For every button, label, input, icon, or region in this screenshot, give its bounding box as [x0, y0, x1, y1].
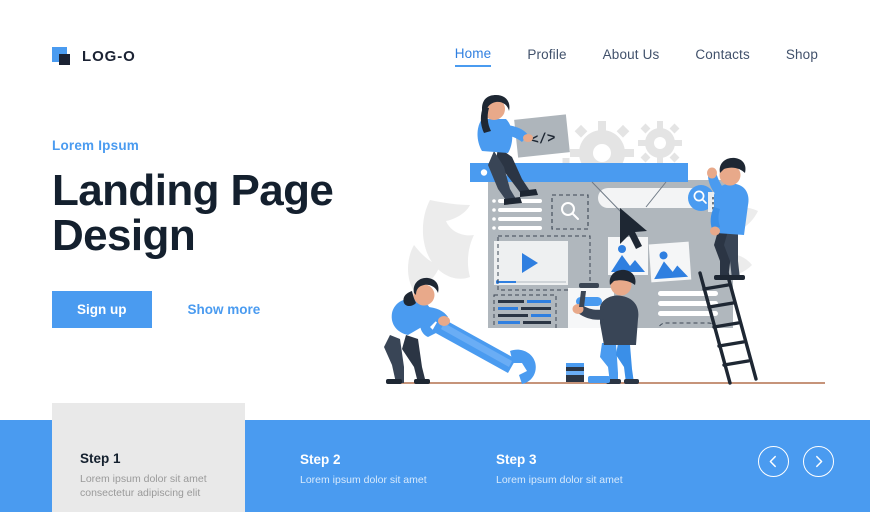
landing-page: LOG-O Home Profile About Us Contacts Sho… — [0, 0, 870, 512]
chevron-left-icon — [769, 455, 776, 468]
step-3-description: Lorem ipsum dolor sit amet — [496, 474, 623, 486]
carousel-navigation — [758, 446, 834, 477]
step-2-title: Step 2 — [300, 452, 341, 467]
nav-item-home[interactable]: Home — [454, 46, 492, 67]
hero-title-line-1: Landing Page — [52, 166, 334, 215]
brand-logo[interactable]: LOG-O — [52, 46, 136, 66]
nav-item-profile[interactable]: Profile — [527, 47, 566, 66]
hero-illustration: </> — [370, 95, 870, 395]
logo-square-dark — [59, 53, 70, 65]
search-bar-widget — [598, 185, 714, 211]
steps-carousel-bar: Step 1 Lorem ipsum dolor sit amet consec… — [0, 403, 870, 512]
step-2-description: Lorem ipsum dolor sit amet — [300, 474, 427, 486]
step-1-description: Lorem ipsum dolor sit amet consectetur a… — [80, 473, 207, 500]
carousel-next-button[interactable] — [803, 446, 834, 477]
image-placeholder-1 — [608, 237, 648, 275]
step-3-title: Step 3 — [496, 452, 537, 467]
hero-cta-row: Sign up Show more — [52, 290, 392, 328]
show-more-button[interactable]: Show more — [188, 302, 261, 317]
nav-item-about-us[interactable]: About Us — [603, 47, 660, 66]
hero-eyebrow: Lorem Ipsum — [52, 138, 139, 153]
step-card-3[interactable]: Step 3 Lorem ipsum dolor sit amet — [468, 420, 668, 512]
image-placeholder-2 — [648, 241, 692, 283]
chevron-right-icon — [816, 455, 823, 468]
hero-text-block: Lorem Ipsum Landing Page Design Sign up … — [52, 138, 392, 328]
page-title: Landing Page Design — [52, 166, 392, 260]
brand-name: LOG-O — [82, 47, 136, 65]
main-navigation: Home Profile About Us Contacts Shop — [454, 46, 818, 67]
nav-item-contacts[interactable]: Contacts — [695, 47, 749, 66]
carousel-prev-button[interactable] — [758, 446, 789, 477]
sign-up-button[interactable]: Sign up — [52, 290, 152, 328]
site-header: LOG-O Home Profile About Us Contacts Sho… — [0, 0, 870, 112]
step-card-2[interactable]: Step 2 Lorem ipsum dolor sit amet — [272, 420, 472, 512]
step-1-title: Step 1 — [80, 451, 121, 466]
paint-bucket — [566, 363, 610, 383]
step-card-1[interactable]: Step 1 Lorem ipsum dolor sit amet consec… — [52, 403, 245, 512]
logo-mark-icon — [52, 46, 71, 66]
nav-item-shop[interactable]: Shop — [786, 47, 818, 66]
code-glyph-text: </> — [530, 131, 557, 150]
hero-title-line-2: Design — [52, 210, 196, 260]
